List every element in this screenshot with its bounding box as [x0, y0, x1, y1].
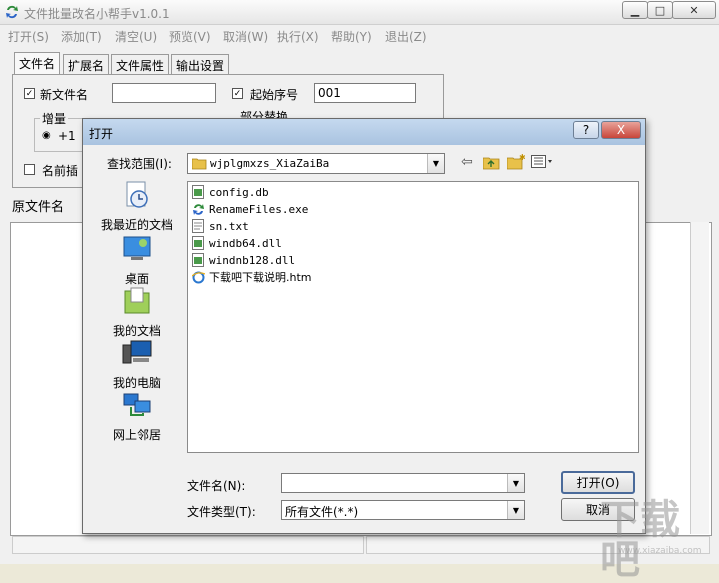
svg-text:✱: ✱: [519, 154, 525, 162]
prefix-label: 名前插: [42, 164, 79, 178]
menu-clear[interactable]: 清空(U): [115, 28, 157, 45]
dialog-help-button[interactable]: ?: [573, 121, 599, 139]
dialog-title: 打开: [89, 127, 114, 141]
file-item[interactable]: RenameFiles.exe: [192, 201, 308, 217]
place-network-label: 网上邻居: [112, 428, 161, 442]
lookin-label: 查找范围(I):: [107, 157, 172, 171]
recent-documents-icon: [126, 181, 148, 208]
up-folder-icon[interactable]: [483, 155, 500, 170]
text-file-icon: [192, 219, 204, 233]
watermark-logo: 下载吧: [600, 497, 680, 583]
file-item[interactable]: windnb128.dll: [192, 252, 295, 268]
maximize-icon: □: [654, 3, 666, 17]
menu-add[interactable]: 添加(T): [61, 28, 102, 45]
window-title: 文件批量改名小帮手v1.0.1: [24, 7, 170, 21]
maximize-button[interactable]: □: [647, 1, 673, 19]
menu-cancel[interactable]: 取消(W): [223, 28, 268, 45]
menu-exit[interactable]: 退出(Z): [385, 28, 427, 45]
tab-filename[interactable]: 文件名: [14, 52, 61, 74]
file-browser-list[interactable]: config.db RenameFiles.exe sn.txt windb64…: [187, 181, 639, 453]
new-name-input[interactable]: [112, 83, 216, 103]
start-seq-label: 起始序号: [250, 88, 299, 102]
tab-attributes[interactable]: 文件属性: [111, 54, 170, 74]
file-item[interactable]: 下载吧下载说明.htm: [192, 269, 312, 285]
place-network[interactable]: 网上邻居: [95, 389, 179, 443]
help-icon: ?: [582, 123, 590, 137]
ie-icon: [192, 271, 205, 284]
list-hscrollbar-left[interactable]: [12, 536, 364, 554]
lookin-value: wjplgmxzs_XiaZaiBa: [210, 157, 330, 170]
file-name: config.db: [209, 185, 269, 199]
close-icon: ✕: [689, 3, 699, 17]
list-vscrollbar[interactable]: [690, 222, 709, 534]
menu-preview[interactable]: 预览(V): [169, 28, 211, 45]
desktop-icon: [123, 236, 151, 260]
menu-execute[interactable]: 执行(X): [277, 28, 319, 45]
file-name: RenameFiles.exe: [209, 202, 309, 216]
places-bar: 我最近的文档 桌面 我的文档 我的电脑 网上邻居: [95, 177, 179, 447]
place-recent-label: 我最近的文档: [100, 218, 173, 232]
tab-output[interactable]: 输出设置: [171, 54, 230, 74]
lookin-combo[interactable]: wjplgmxzs_XiaZaiBa ▼: [187, 153, 445, 174]
place-my-computer[interactable]: 我的电脑: [95, 337, 179, 391]
title-bar: 文件批量改名小帮手v1.0.1 ▁ □ ✕: [0, 0, 719, 25]
chevron-down-icon[interactable]: ▼: [507, 501, 524, 519]
file-name: windb64.dll: [209, 236, 282, 250]
watermark-url: www.xiazaiba.com: [618, 546, 702, 556]
increment-option: +1: [58, 129, 76, 143]
file-name: 下载吧下载说明.htm: [209, 271, 312, 284]
close-icon: X: [616, 123, 626, 137]
view-menu-icon[interactable]: [531, 155, 555, 169]
menu-open[interactable]: 打开(S): [8, 28, 49, 45]
filetype-combo[interactable]: 所有文件(*.*) ▼: [281, 500, 525, 520]
chevron-down-icon[interactable]: ▼: [427, 154, 444, 173]
chevron-down-icon[interactable]: ▼: [507, 474, 524, 492]
new-folder-icon[interactable]: ✱: [507, 154, 525, 170]
place-recent[interactable]: 我最近的文档: [95, 179, 179, 233]
open-dialog: 打开 ? X 查找范围(I): wjplgmxzs_XiaZaiBa ▼ ⇦ ✱…: [82, 118, 646, 534]
menu-help[interactable]: 帮助(Y): [331, 28, 372, 45]
dll-icon: [192, 253, 204, 267]
place-desktop[interactable]: 桌面: [95, 233, 179, 287]
db-file-icon: [192, 185, 204, 199]
file-item[interactable]: sn.txt: [192, 218, 249, 234]
exe-icon: [193, 204, 204, 215]
tab-extension[interactable]: 扩展名: [63, 54, 110, 74]
dialog-close-button[interactable]: X: [601, 121, 641, 139]
increment-label: 增量: [40, 110, 69, 127]
open-button[interactable]: 打开(O): [561, 471, 635, 494]
my-computer-icon: [122, 340, 152, 364]
filename-combo[interactable]: ▼: [281, 473, 525, 493]
minimize-icon: ▁: [630, 3, 640, 17]
place-my-documents[interactable]: 我的文档: [95, 285, 179, 339]
minimize-button[interactable]: ▁: [622, 1, 648, 19]
start-seq-checkbox[interactable]: ✓: [232, 88, 243, 99]
list-header-original-name: 原文件名: [12, 200, 65, 215]
close-button[interactable]: ✕: [672, 1, 716, 19]
dialog-title-bar: 打开 ? X: [83, 119, 645, 145]
my-documents-icon: [124, 287, 150, 314]
app-icon: [6, 5, 18, 19]
filename-label: 文件名(N):: [187, 479, 246, 493]
prefix-checkbox[interactable]: [24, 164, 35, 175]
back-arrow-icon[interactable]: ⇦: [461, 154, 473, 170]
file-name: windnb128.dll: [209, 253, 296, 267]
file-item[interactable]: windb64.dll: [192, 235, 282, 251]
new-name-checkbox[interactable]: ✓: [24, 88, 35, 99]
folder-icon: [192, 158, 207, 170]
filetype-label: 文件类型(T):: [187, 505, 256, 519]
dll-icon: [192, 236, 204, 250]
file-item[interactable]: config.db: [192, 184, 269, 200]
new-name-label: 新文件名: [40, 88, 89, 102]
increment-radio[interactable]: ◉: [42, 130, 51, 141]
network-places-icon: [123, 393, 151, 416]
start-seq-input[interactable]: 001: [314, 83, 416, 103]
filetype-value: 所有文件(*.*): [285, 505, 359, 519]
file-name: sn.txt: [209, 219, 249, 233]
